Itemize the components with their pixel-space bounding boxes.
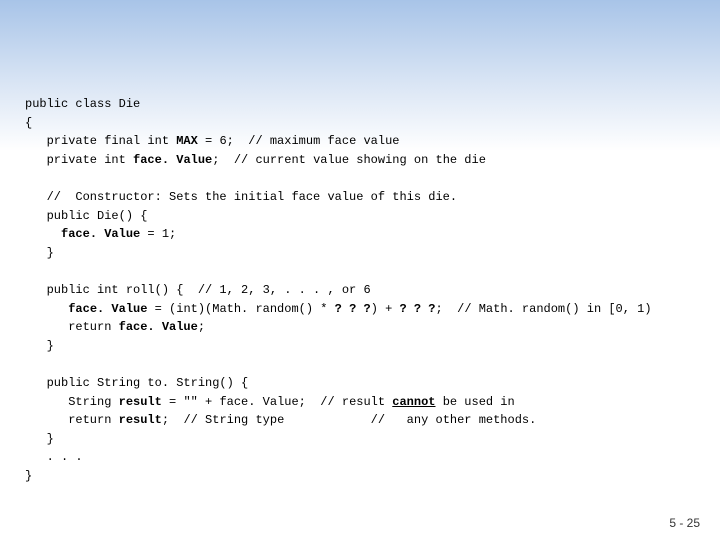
blank-line: [25, 355, 695, 374]
code-line: face. Value = (int)(Math. random() * ? ?…: [25, 300, 695, 319]
blank-line: [25, 169, 695, 188]
code-text: [25, 227, 61, 241]
code-text: ) +: [371, 302, 400, 316]
code-text: = 6; // maximum face value: [198, 134, 400, 148]
code-text: ; // String type // any other methods.: [162, 413, 536, 427]
code-text: private final int: [25, 134, 176, 148]
identifier-result: result: [119, 413, 162, 427]
code-text: be used in: [436, 395, 515, 409]
code-line: public class Die: [25, 95, 695, 114]
code-line: {: [25, 114, 695, 133]
code-text: String: [25, 395, 119, 409]
identifier-facevalue: face. Value: [61, 227, 140, 241]
identifier-facevalue: face. Value: [68, 302, 147, 316]
code-line: }: [25, 244, 695, 263]
page-number: 5 - 25: [669, 516, 700, 530]
code-text: [25, 302, 68, 316]
identifier-facevalue: face. Value: [133, 153, 212, 167]
code-line: }: [25, 430, 695, 449]
code-text: = 1;: [140, 227, 176, 241]
placeholder-qmarks: ? ? ?: [400, 302, 436, 316]
code-line: String result = "" + face. Value; // res…: [25, 393, 695, 412]
code-text: ; // current value showing on the die: [212, 153, 486, 167]
code-text: = (int)(Math. random() *: [147, 302, 334, 316]
code-line: public Die() {: [25, 207, 695, 226]
code-text: private int: [25, 153, 133, 167]
code-line: }: [25, 467, 695, 486]
code-line: return result; // String type // any oth…: [25, 411, 695, 430]
blank-line: [25, 262, 695, 281]
code-line: return face. Value;: [25, 318, 695, 337]
code-line: }: [25, 337, 695, 356]
code-text: = "" + face. Value; // result: [162, 395, 392, 409]
code-line: . . .: [25, 448, 695, 467]
emphasis-cannot: cannot: [392, 395, 435, 409]
identifier-result: result: [119, 395, 162, 409]
code-text: ; // Math. random() in [0, 1): [436, 302, 652, 316]
code-text: return: [25, 413, 119, 427]
code-line: // Constructor: Sets the initial face va…: [25, 188, 695, 207]
identifier-facevalue: face. Value: [119, 320, 198, 334]
code-line: private final int MAX = 6; // maximum fa…: [25, 132, 695, 151]
slide: public class Die { private final int MAX…: [0, 0, 720, 540]
code-block: public class Die { private final int MAX…: [25, 95, 695, 485]
placeholder-qmarks: ? ? ?: [335, 302, 371, 316]
identifier-max: MAX: [176, 134, 198, 148]
code-line: public int roll() { // 1, 2, 3, . . . , …: [25, 281, 695, 300]
code-line: public String to. String() {: [25, 374, 695, 393]
code-text: return: [25, 320, 119, 334]
code-line: face. Value = 1;: [25, 225, 695, 244]
code-text: ;: [198, 320, 205, 334]
code-line: private int face. Value; // current valu…: [25, 151, 695, 170]
